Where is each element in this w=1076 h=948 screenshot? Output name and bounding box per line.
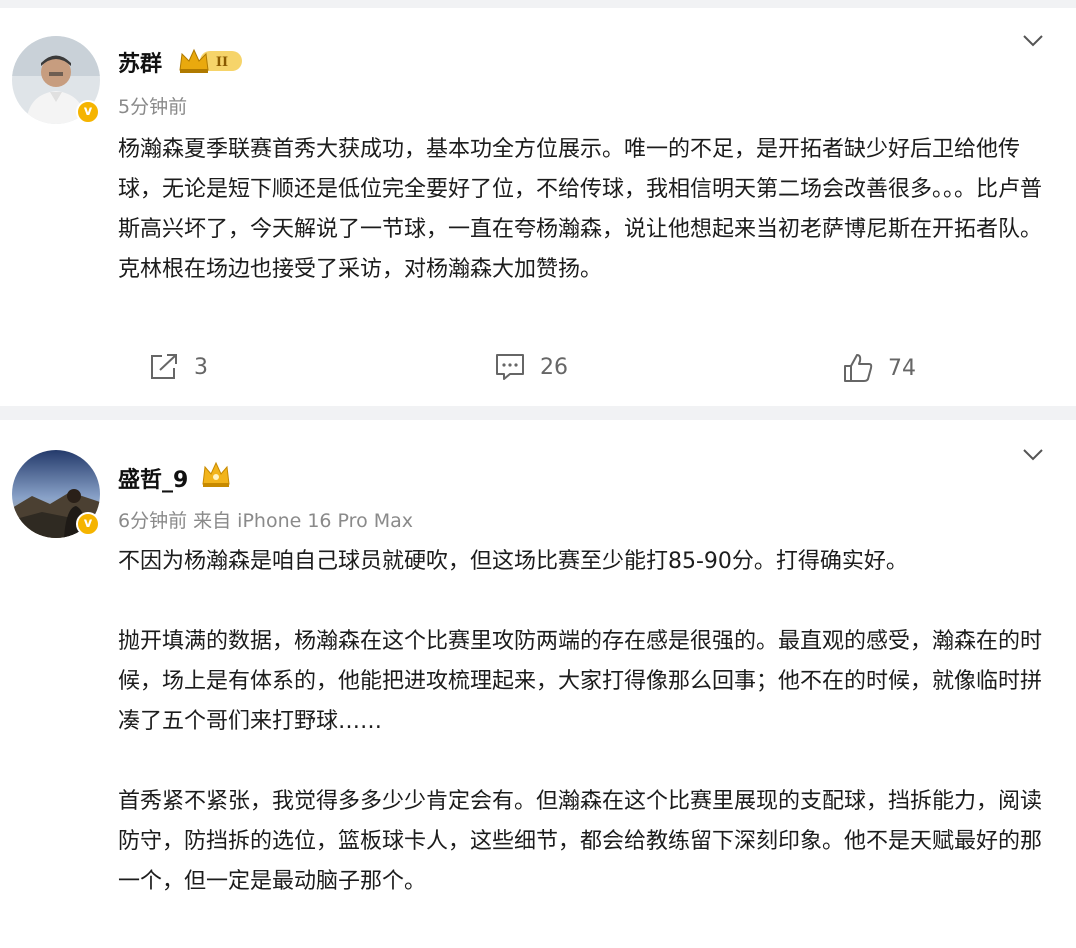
author-name[interactable]: 盛哲_9 — [118, 462, 188, 494]
post-paragraph: 不因为杨瀚森是咱自己球员就硬吹，但这场比赛至少能打85-90分。打得确实好。 — [118, 549, 908, 574]
share-button[interactable]: 3 — [148, 352, 208, 382]
chevron-down-icon[interactable] — [1022, 34, 1044, 48]
chevron-down-icon[interactable] — [1022, 448, 1044, 462]
crown-icon — [202, 461, 230, 487]
like-button[interactable]: 74 — [842, 352, 916, 384]
share-count: 3 — [194, 354, 208, 380]
action-bar: 3 26 74 — [0, 348, 1076, 392]
crown-rank-badge-icon: II — [179, 48, 242, 73]
share-icon — [151, 354, 177, 379]
post-paragraph: 杨瀚森夏季联赛首秀大获成功，基本功全方位展示。唯一的不足，是开拓者缺少好后卫给他… — [118, 137, 1043, 282]
top-separator — [0, 0, 1076, 8]
thumbs-up-icon — [844, 354, 873, 382]
post-paragraph: 抛开填满的数据，杨瀚森在这个比赛里攻防两端的存在感是很强的。最直观的感受，瀚森在… — [118, 629, 1043, 734]
post-body: 不因为杨瀚森是咱自己球员就硬吹，但这场比赛至少能打85-90分。打得确实好。 抛… — [118, 542, 1058, 902]
author-name[interactable]: 苏群 — [118, 46, 162, 78]
verified-badge-icon: v — [76, 100, 100, 124]
post-body: 杨瀚森夏季联赛首秀大获成功，基本功全方位展示。唯一的不足，是开拓者缺少好后卫给他… — [118, 130, 1058, 290]
comment-button[interactable]: 26 — [494, 352, 568, 382]
weibo-post: v 苏群 II 5分钟前 杨瀚森夏季联赛首秀大获成功，基本功全方位展示。唯一的不… — [0, 8, 1076, 406]
comment-icon — [496, 354, 524, 380]
rank-badge-label: II — [216, 55, 228, 70]
post-separator — [0, 406, 1076, 420]
post-paragraph: 首秀紧不紧张，我觉得多多少少肯定会有。但瀚森在这个比赛里展现的支配球，挡拆能力，… — [118, 789, 1043, 894]
verified-badge-icon: v — [76, 512, 100, 536]
post-time: 5分钟前 — [118, 96, 188, 118]
post-time-source: 6分钟前 来自 iPhone 16 Pro Max — [118, 510, 414, 532]
like-count: 74 — [888, 355, 916, 381]
weibo-post: v 盛哲_9 6分钟前 来自 iPhone 16 Pro Max 不因为杨瀚森是… — [0, 420, 1076, 948]
comment-count: 26 — [540, 354, 568, 380]
